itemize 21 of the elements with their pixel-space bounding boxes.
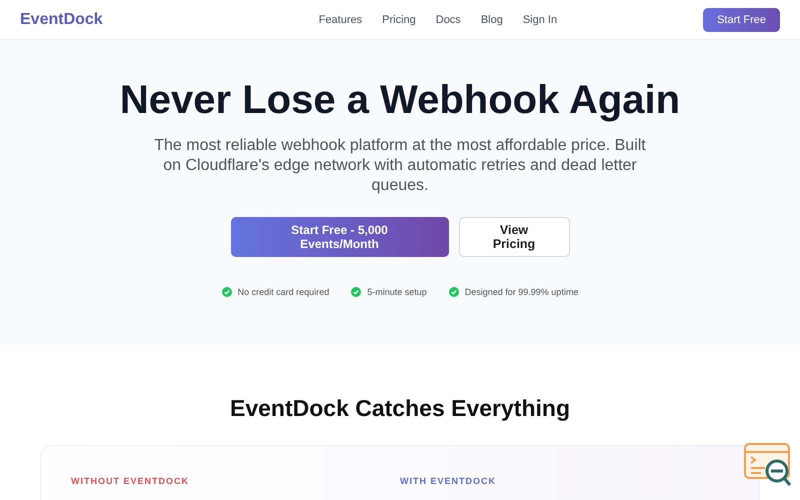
- feature-text: No credit card required: [238, 287, 330, 297]
- nav-link[interactable]: Blog: [480, 14, 503, 26]
- start-free-button[interactable]: Start Free: [703, 8, 780, 32]
- check-circle-icon: [351, 287, 362, 297]
- primary-button[interactable]: Start Free - 5,000 Events/Month: [230, 217, 448, 257]
- feature-text: 5-minute setup: [367, 287, 427, 297]
- nav-link[interactable]: Features: [318, 14, 362, 26]
- nav-link[interactable]: Sign In: [522, 14, 558, 26]
- column-label: WITHOUT EVENTDOCK: [71, 476, 189, 486]
- secondary-button[interactable]: View Pricing: [458, 217, 570, 257]
- section-title: EventDock Catches Everything: [230, 394, 570, 423]
- check-circle-icon: [222, 287, 232, 297]
- feature-text: Designed for 99.99% uptime: [464, 287, 578, 297]
- window-search-icon[interactable]: [744, 443, 792, 487]
- check-circle-icon: [448, 287, 459, 297]
- column-label: WITH EVENTDOCK: [400, 476, 496, 486]
- hero-subtitle: The most reliable webhook platform at the most affordable price. Built on Cloudflare's edge network with automatic retries and dead letter queues.: [153, 136, 647, 196]
- logo[interactable]: EventDock: [20, 10, 103, 28]
- nav-link[interactable]: Pricing: [382, 14, 416, 26]
- nav-link[interactable]: Docs: [436, 14, 461, 26]
- hero-title: Never Lose a Webhook Again: [120, 77, 680, 124]
